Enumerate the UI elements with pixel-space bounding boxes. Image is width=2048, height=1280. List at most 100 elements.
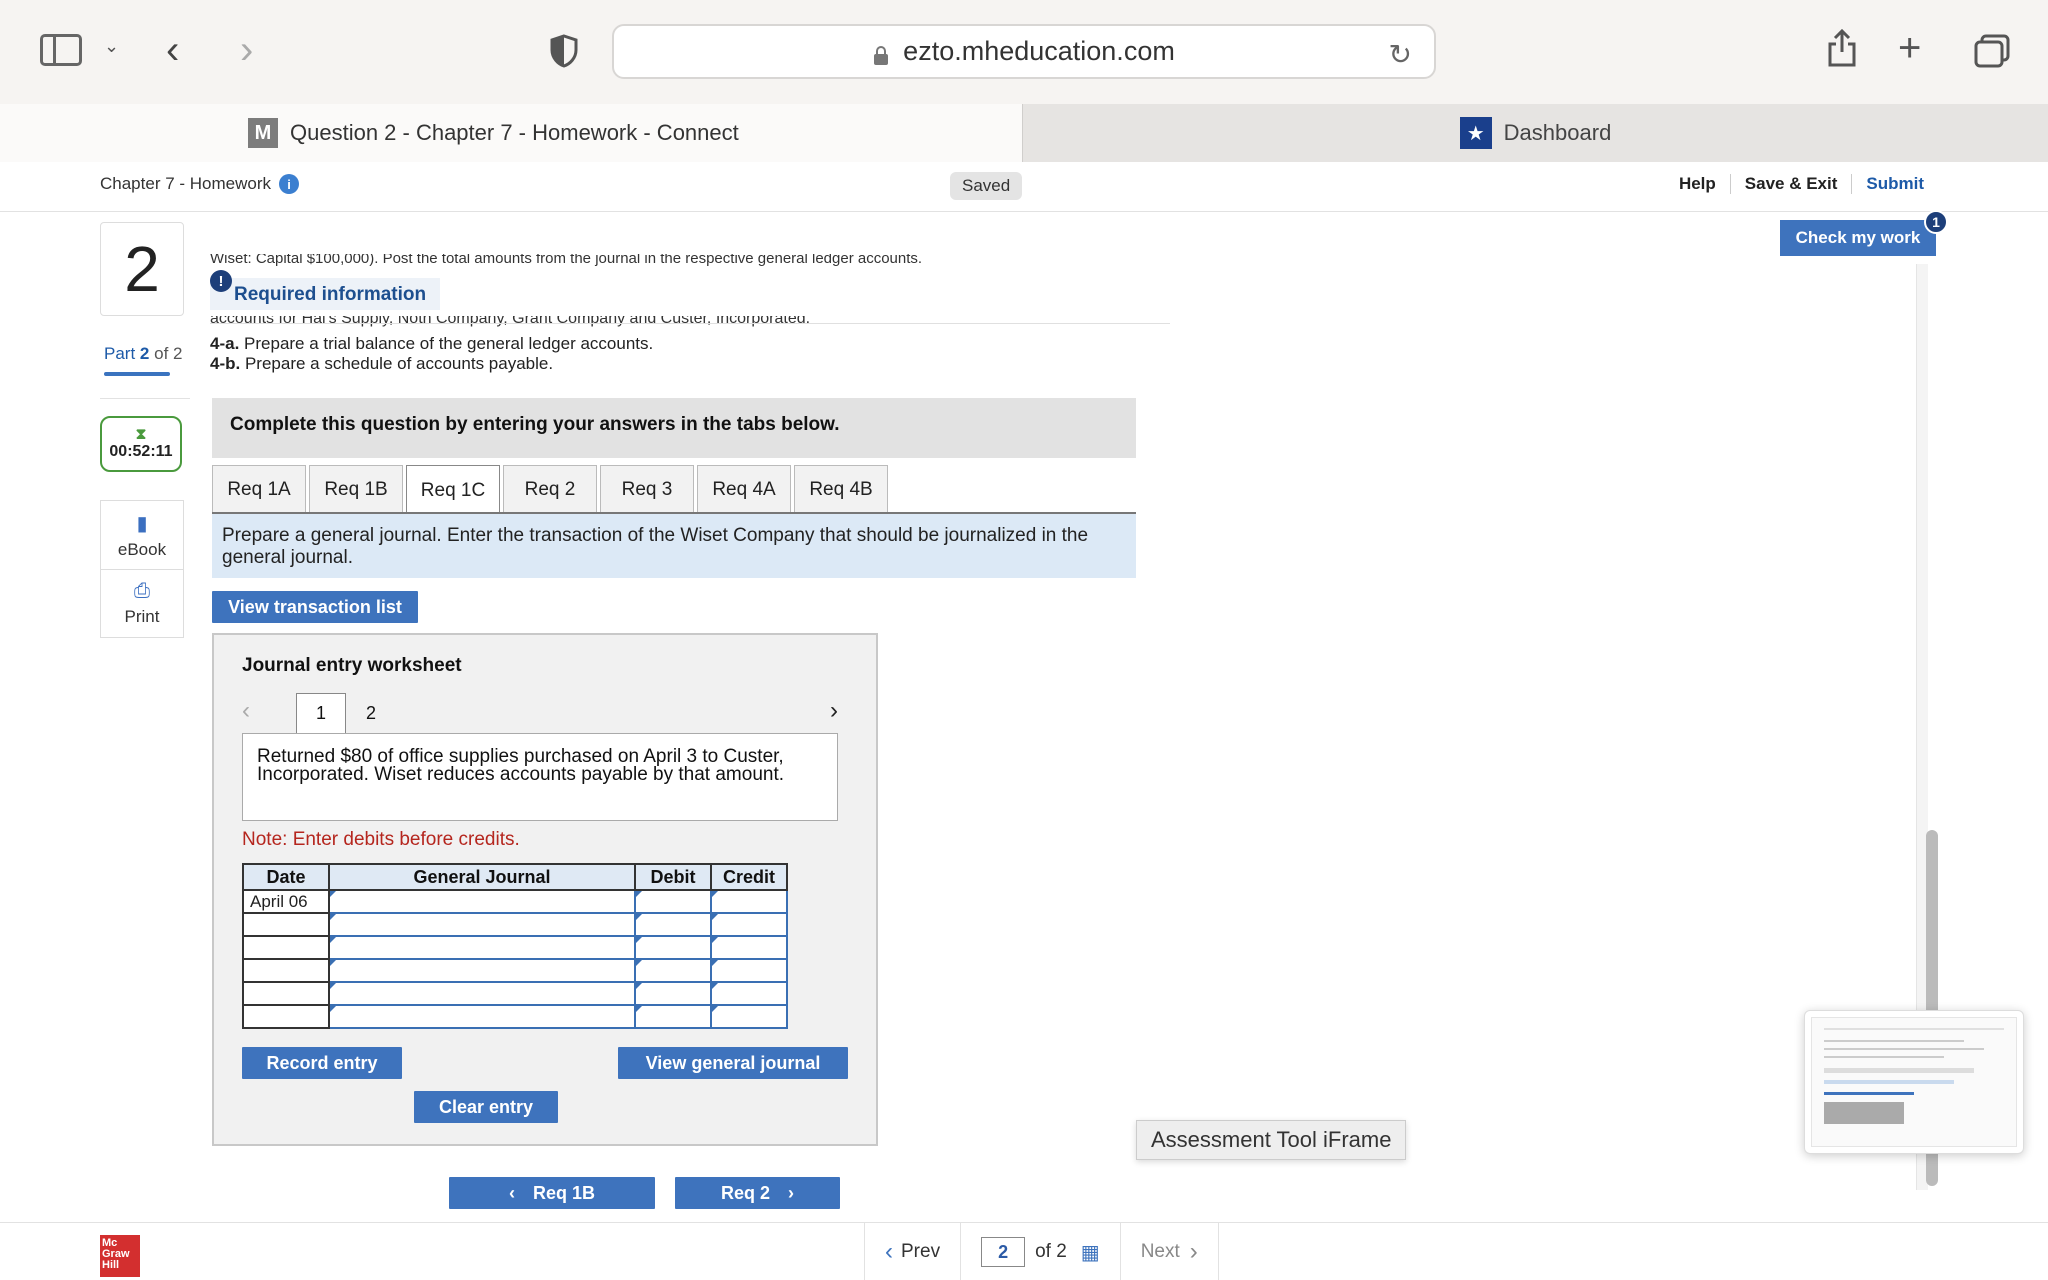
- date-cell: [242, 935, 330, 960]
- forward-icon[interactable]: ›: [240, 28, 253, 73]
- worksheet-page-1[interactable]: 1: [296, 693, 346, 733]
- page-thumbnail-preview[interactable]: [1804, 1010, 2024, 1154]
- credit-input[interactable]: [710, 935, 788, 960]
- table-row: [242, 981, 788, 1006]
- complete-banner: Complete this question by entering your …: [212, 398, 1136, 458]
- sidebar-toggle-icon[interactable]: [40, 34, 82, 66]
- next-requirement-label: Req 2: [720, 1182, 771, 1203]
- col-general-journal: General Journal: [328, 863, 636, 891]
- tab-req-4a[interactable]: Req 4A: [697, 465, 791, 513]
- part-indicator: Part 2 of 2: [104, 344, 182, 364]
- check-my-work-button[interactable]: Check my work: [1780, 220, 1936, 256]
- chevron-left-icon[interactable]: ‹: [242, 697, 250, 725]
- required-information-toggle[interactable]: Required information: [210, 278, 441, 310]
- debit-input[interactable]: [634, 935, 712, 960]
- part-label: Part: [104, 344, 136, 363]
- saved-status: Saved: [950, 172, 1023, 200]
- tab-req-1a[interactable]: Req 1A: [212, 465, 306, 513]
- ebook-button[interactable]: ▮ eBook: [101, 501, 183, 569]
- credit-input[interactable]: [710, 1004, 788, 1029]
- credit-input[interactable]: [710, 981, 788, 1006]
- star-icon: ★: [1459, 117, 1492, 149]
- tab-req-3[interactable]: Req 3: [600, 465, 694, 513]
- exclamation-icon: !: [210, 270, 232, 292]
- instruction-4a-label: 4-a.: [210, 334, 240, 353]
- help-link[interactable]: Help: [1665, 174, 1730, 194]
- account-input[interactable]: [328, 1004, 636, 1029]
- printer-icon: ⎙: [134, 580, 150, 602]
- browser-tab-question[interactable]: M Question 2 - Chapter 7 - Homework - Co…: [0, 104, 1022, 162]
- lock-icon: [873, 42, 889, 65]
- debit-input[interactable]: [634, 981, 712, 1006]
- next-requirement-button[interactable]: Req 2 ›: [675, 1177, 840, 1209]
- record-entry-button[interactable]: Record entry: [242, 1047, 402, 1079]
- debit-input[interactable]: [634, 889, 712, 914]
- new-tab-icon[interactable]: +: [1898, 26, 1921, 71]
- col-date: Date: [242, 863, 330, 891]
- book-icon: ▮: [136, 512, 148, 535]
- chevron-down-icon[interactable]: ⌄: [104, 36, 119, 57]
- chevron-right-icon: ›: [1189, 1238, 1198, 1265]
- tab-req-2[interactable]: Req 2: [503, 465, 597, 513]
- worksheet-title: Journal entry worksheet: [242, 655, 462, 676]
- account-input[interactable]: [328, 889, 636, 914]
- clipped-question-text: Wiset: Capital $100,000). Post the total…: [210, 254, 923, 267]
- iframe-tooltip: Assessment Tool iFrame: [1136, 1120, 1407, 1160]
- browser-tab-label: Question 2 - Chapter 7 - Homework - Conn…: [290, 120, 739, 145]
- date-cell: [242, 912, 330, 937]
- info-icon[interactable]: i: [279, 174, 300, 194]
- tab-req-1b[interactable]: Req 1B: [309, 465, 403, 513]
- debit-input[interactable]: [634, 1004, 712, 1029]
- save-exit-link[interactable]: Save & Exit: [1729, 174, 1852, 194]
- current-page-box[interactable]: 2: [981, 1237, 1026, 1267]
- back-icon[interactable]: ‹: [166, 28, 179, 73]
- date-cell: April 06: [242, 889, 330, 914]
- grid-icon[interactable]: ▦: [1081, 1240, 1100, 1265]
- mcgraw-hill-logo: Mc Graw Hill: [100, 1235, 140, 1277]
- table-row: [242, 1004, 788, 1029]
- tab-req-1c[interactable]: Req 1C: [406, 465, 500, 515]
- chevron-right-icon[interactable]: ›: [830, 697, 838, 725]
- account-input[interactable]: [328, 935, 636, 960]
- part-progress-bar: [104, 372, 170, 376]
- question-pager: ‹ Prev 2 of 2 ▦ Next ›: [864, 1223, 1219, 1280]
- clear-entry-button[interactable]: Clear entry: [414, 1091, 558, 1123]
- page-selector[interactable]: 2 of 2 ▦: [960, 1223, 1120, 1280]
- date-cell: [242, 1004, 330, 1029]
- credit-input[interactable]: [710, 912, 788, 937]
- credit-input[interactable]: [710, 889, 788, 914]
- view-general-journal-button[interactable]: View general journal: [618, 1047, 848, 1079]
- table-row: April 06: [242, 889, 788, 914]
- account-input[interactable]: [328, 958, 636, 983]
- account-input[interactable]: [328, 912, 636, 937]
- next-question-button[interactable]: Next ›: [1119, 1223, 1219, 1280]
- browser-tab-dashboard[interactable]: ★ Dashboard: [1022, 104, 2048, 162]
- credit-input[interactable]: [710, 958, 788, 983]
- header-links: Help Save & Exit Submit: [1665, 174, 1938, 194]
- share-icon[interactable]: [1826, 28, 1858, 68]
- account-input[interactable]: [328, 981, 636, 1006]
- instructions: 4-a. Prepare a trial balance of the gene…: [210, 334, 653, 374]
- prev-question-button[interactable]: ‹ Prev: [864, 1223, 960, 1280]
- prev-requirement-button[interactable]: ‹ Req 1B: [449, 1177, 655, 1209]
- instruction-4b: 4-b. Prepare a schedule of accounts paya…: [210, 354, 653, 374]
- instruction-4b-label: 4-b.: [210, 354, 241, 373]
- debit-input[interactable]: [634, 912, 712, 937]
- submit-link[interactable]: Submit: [1851, 174, 1938, 194]
- table-row: [242, 912, 788, 937]
- print-button[interactable]: ⎙ Print: [101, 569, 183, 637]
- tab-req-4b[interactable]: Req 4B: [794, 465, 888, 513]
- tab-overview-icon[interactable]: [1974, 34, 2010, 68]
- assignment-title: Chapter 7 - Homework i: [100, 174, 300, 194]
- worksheet-page-2[interactable]: 2: [346, 693, 396, 733]
- requirement-tabs: Req 1A Req 1B Req 1C Req 2 Req 3 Req 4A …: [212, 465, 891, 515]
- debit-input[interactable]: [634, 958, 712, 983]
- address-bar[interactable]: ezto.mheducation.com ↻: [612, 24, 1436, 79]
- col-credit: Credit: [710, 863, 788, 891]
- reload-icon[interactable]: ↻: [1389, 38, 1412, 71]
- transaction-description: Returned $80 of office supplies purchase…: [242, 733, 838, 821]
- shield-icon[interactable]: [550, 34, 578, 68]
- journal-table: Date General Journal Debit Credit April …: [242, 863, 788, 1029]
- view-transaction-list-button[interactable]: View transaction list: [212, 591, 418, 623]
- browser-tab-label: Dashboard: [1503, 120, 1612, 145]
